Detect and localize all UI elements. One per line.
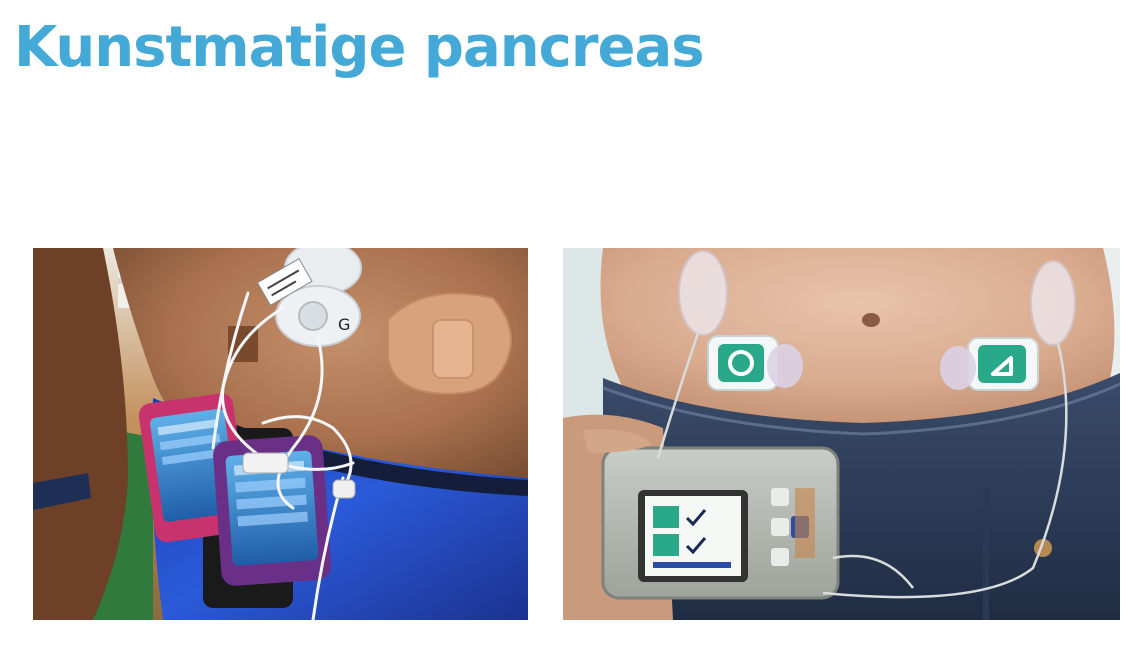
svg-text:G: G [338,315,350,334]
left-photo: G [33,248,528,620]
right-photo [563,248,1120,620]
right-photo-illustration [563,248,1120,620]
slide-title: Kunstmatige pancreas [14,15,705,80]
left-photo-illustration: G [33,248,528,620]
